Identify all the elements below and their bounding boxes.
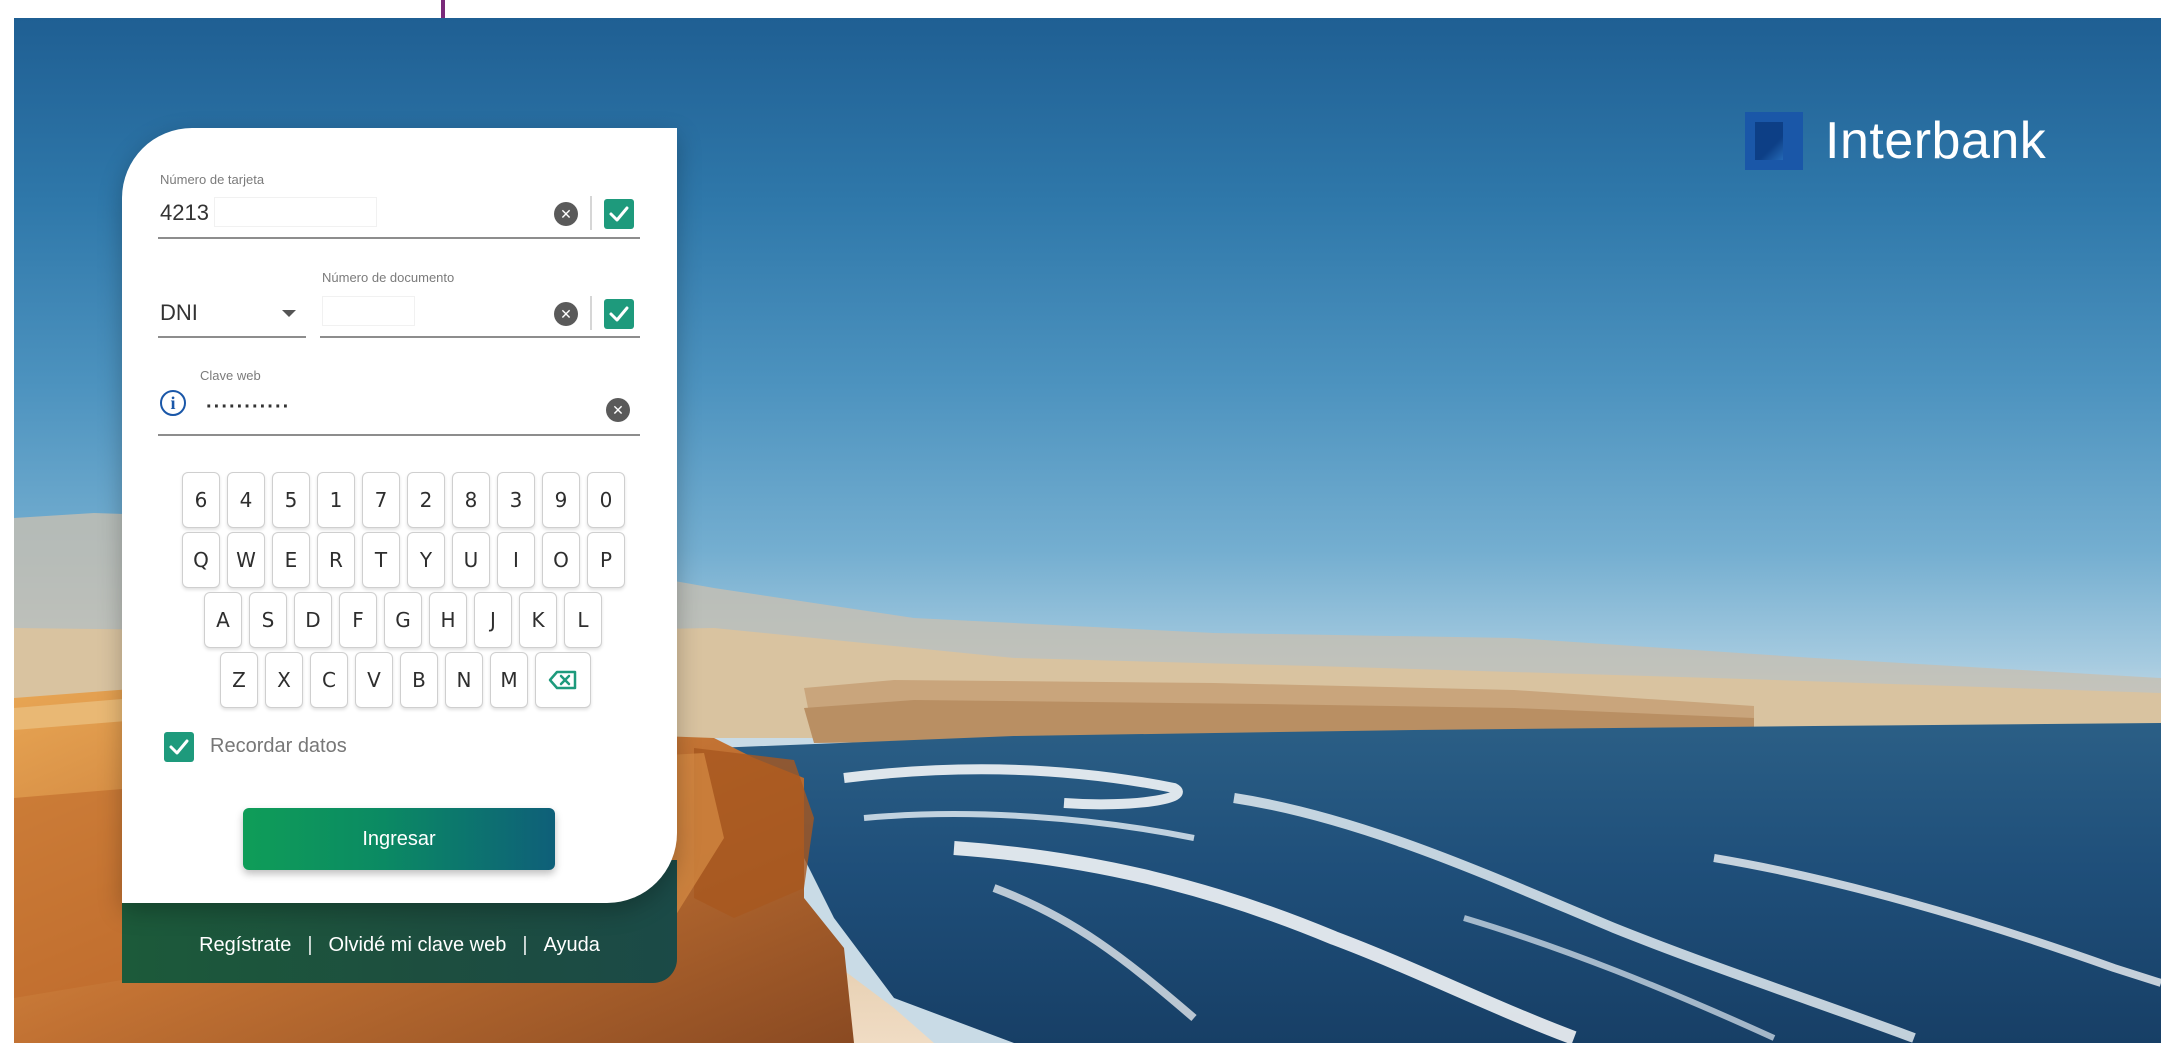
help-link[interactable]: Ayuda	[544, 934, 600, 957]
logo-text: Interbank	[1825, 112, 2047, 170]
key[interactable]: B	[400, 652, 438, 708]
document-type-select[interactable]: DNI	[160, 300, 198, 326]
document-number-underline	[320, 336, 640, 338]
footer-separator: |	[307, 934, 313, 956]
card-number-label: Número de tarjeta	[160, 172, 265, 187]
login-card: Número de tarjeta 4213 ✕ DNI Número de d…	[122, 128, 677, 903]
footer-links: Regístrate | Olvidé mi clave web | Ayuda	[122, 934, 677, 957]
document-type-underline	[158, 336, 306, 338]
remember-label: Recordar datos	[210, 735, 347, 757]
key[interactable]: Q	[182, 532, 220, 588]
web-key-input[interactable]: ···········	[206, 396, 290, 419]
key[interactable]: L	[564, 592, 602, 648]
remember-checkbox[interactable]	[164, 732, 194, 762]
x-circle-icon[interactable]: ✕	[554, 202, 578, 226]
keyboard-row-digits: 6 4 5 1 7 2 8 3 9 0	[182, 472, 625, 528]
key[interactable]: V	[355, 652, 393, 708]
interbank-logo: Interbank	[1745, 111, 2046, 171]
backspace-icon[interactable]	[535, 652, 591, 708]
key[interactable]: Z	[220, 652, 258, 708]
interbank-logo-icon	[1745, 112, 1803, 170]
key[interactable]: X	[265, 652, 303, 708]
web-key-label: Clave web	[200, 368, 261, 383]
key[interactable]: T	[362, 532, 400, 588]
key[interactable]: 3	[497, 472, 535, 528]
key[interactable]: K	[519, 592, 557, 648]
footer-separator: |	[522, 934, 528, 956]
key[interactable]: F	[339, 592, 377, 648]
check-icon	[604, 199, 634, 229]
key[interactable]: N	[445, 652, 483, 708]
field-divider	[590, 196, 592, 230]
key[interactable]: M	[490, 652, 528, 708]
key[interactable]: A	[204, 592, 242, 648]
key[interactable]: I	[497, 532, 535, 588]
key[interactable]: 4	[227, 472, 265, 528]
keyboard-row-qwerty: Q W E R T Y U I O P	[182, 532, 625, 588]
document-number-label: Número de documento	[322, 270, 455, 285]
keyboard-row-zxcv: Z X C V B N M	[220, 652, 591, 708]
key[interactable]: D	[294, 592, 332, 648]
forgot-password-link[interactable]: Olvidé mi clave web	[329, 934, 507, 957]
top-accent-line	[441, 0, 445, 20]
card-number-input[interactable]: 4213	[160, 200, 209, 226]
register-link[interactable]: Regístrate	[199, 934, 291, 957]
login-page: Interbank Regístrate | Olvidé mi clave w…	[0, 0, 2161, 1043]
key[interactable]: U	[452, 532, 490, 588]
key[interactable]: 5	[272, 472, 310, 528]
document-number-mask	[322, 296, 415, 326]
key[interactable]: C	[310, 652, 348, 708]
key[interactable]: 8	[452, 472, 490, 528]
key[interactable]: Y	[407, 532, 445, 588]
web-key-underline	[158, 434, 640, 436]
x-circle-icon[interactable]: ✕	[606, 398, 630, 422]
key[interactable]: 1	[317, 472, 355, 528]
x-circle-icon[interactable]: ✕	[554, 302, 578, 326]
key[interactable]: 0	[587, 472, 625, 528]
key[interactable]: 2	[407, 472, 445, 528]
key[interactable]: S	[249, 592, 287, 648]
key[interactable]: R	[317, 532, 355, 588]
submit-button[interactable]: Ingresar	[243, 808, 555, 870]
keyboard-row-asdf: A S D F G H J K L	[204, 592, 602, 648]
chevron-down-icon[interactable]	[282, 310, 296, 317]
key[interactable]: P	[587, 532, 625, 588]
key[interactable]: 9	[542, 472, 580, 528]
card-number-mask	[214, 197, 377, 227]
field-divider	[590, 296, 592, 330]
key[interactable]: 7	[362, 472, 400, 528]
key[interactable]: O	[542, 532, 580, 588]
key[interactable]: H	[429, 592, 467, 648]
key[interactable]: E	[272, 532, 310, 588]
key[interactable]: J	[474, 592, 512, 648]
key[interactable]: 6	[182, 472, 220, 528]
info-icon[interactable]: i	[160, 390, 186, 416]
check-icon	[604, 299, 634, 329]
key[interactable]: W	[227, 532, 265, 588]
card-number-underline	[158, 237, 640, 239]
key[interactable]: G	[384, 592, 422, 648]
